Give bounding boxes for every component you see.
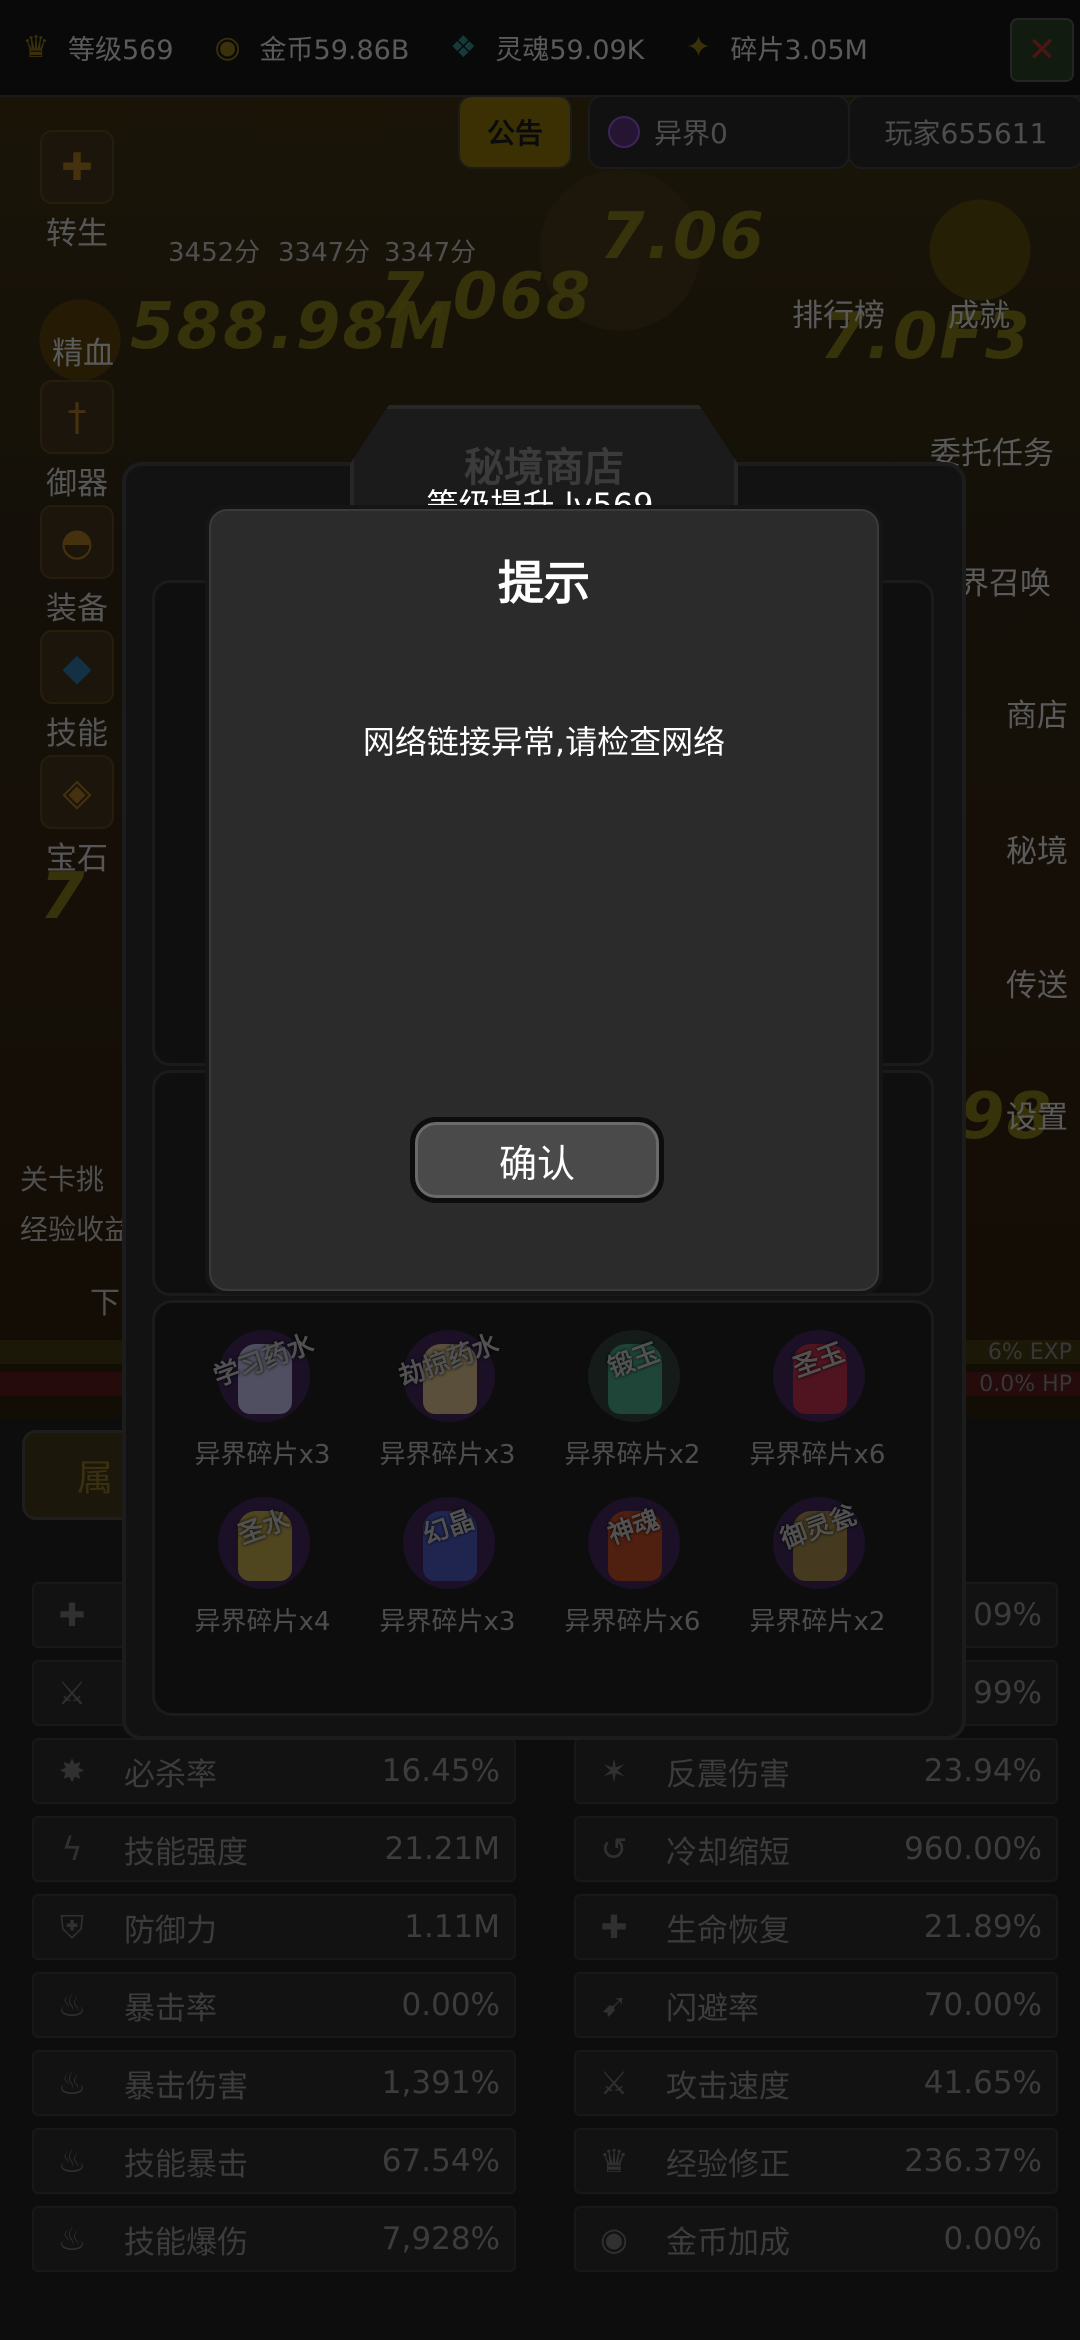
dialog-message: 网络链接异常,请检查网络: [362, 723, 726, 761]
confirm-button[interactable]: 确认: [410, 1117, 664, 1203]
dialog-title: 提示: [498, 556, 590, 610]
